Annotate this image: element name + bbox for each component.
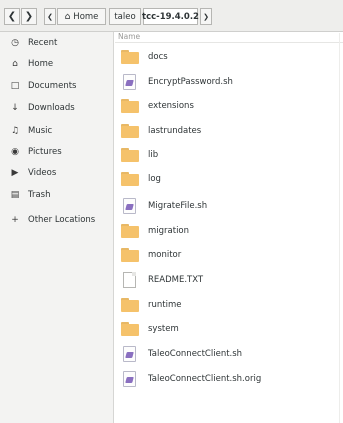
folder-icon (121, 297, 139, 313)
file-row-lastrundates[interactable]: lastrundates (115, 120, 343, 142)
sidebar-item-home[interactable]: ⌂ Home (0, 54, 113, 74)
plus-icon: + (11, 215, 19, 225)
file-name: TaleoConnectClient.sh.orig (148, 374, 262, 384)
sidebar-item-trash[interactable]: ▤ Trash (0, 185, 113, 205)
back-button[interactable]: ❮ (4, 8, 20, 25)
path-scroll-right-button[interactable]: ❯ (200, 8, 212, 25)
script-file-icon (121, 346, 139, 362)
file-row-migratefile[interactable]: MigrateFile.sh (115, 195, 343, 217)
header-bar: ❮ ❯ ❮ ⌂ Home taleo tcc-19.4.0.2 ❯ (0, 0, 343, 32)
breadcrumb-home[interactable]: ⌂ Home (57, 8, 106, 25)
file-name: lastrundates (148, 126, 202, 136)
camera-icon: ◉ (11, 147, 19, 157)
sidebar-item-documents[interactable]: □ Documents (0, 76, 113, 96)
sidebar-item-label: Trash (28, 190, 51, 200)
home-icon: ⌂ (64, 11, 71, 22)
file-row-lib[interactable]: lib (115, 144, 343, 166)
breadcrumb-current-label: tcc-19.4.0.2 (142, 11, 199, 22)
path-scroll-left-button[interactable]: ❮ (44, 8, 56, 25)
folder-icon (121, 171, 139, 187)
chevron-left-icon: ❮ (47, 12, 53, 21)
scrollbar-track[interactable] (339, 33, 340, 423)
sidebar-item-downloads[interactable]: ↓ Downloads (0, 98, 113, 118)
breadcrumb-taleo-label: taleo (114, 11, 136, 22)
column-header-name[interactable]: Name (118, 32, 140, 41)
trash-icon: ▤ (10, 190, 20, 200)
file-row-encryptpassword[interactable]: EncryptPassword.sh (115, 71, 343, 93)
sidebar: ◷ Recent ⌂ Home □ Documents ↓ Downloads … (0, 32, 114, 423)
chevron-right-icon: ❯ (24, 11, 34, 22)
file-name: runtime (148, 300, 182, 310)
column-header-divider (115, 42, 343, 43)
chevron-left-icon: ❮ (7, 11, 17, 22)
home-icon: ⌂ (12, 59, 18, 69)
clock-icon: ◷ (11, 38, 19, 48)
file-row-readme[interactable]: README.TXT (115, 269, 343, 291)
file-row-log[interactable]: log (115, 168, 343, 190)
sidebar-item-pictures[interactable]: ◉ Pictures (0, 142, 113, 162)
file-name: README.TXT (148, 275, 204, 285)
file-list: Name docs EncryptPassword.sh extensions … (115, 32, 343, 423)
folder-icon (121, 49, 139, 65)
folder-icon (121, 98, 139, 114)
download-icon: ↓ (11, 103, 19, 113)
file-row-taleoconnectclient-orig[interactable]: TaleoConnectClient.sh.orig (115, 368, 343, 390)
folder-icon (121, 147, 139, 163)
music-icon: ♫ (10, 126, 20, 136)
folder-icon (121, 321, 139, 337)
sidebar-item-label: Documents (28, 81, 77, 91)
sidebar-item-label: Downloads (28, 103, 75, 113)
file-name: TaleoConnectClient.sh (148, 349, 243, 359)
file-row-extensions[interactable]: extensions (115, 95, 343, 117)
file-name: lib (148, 150, 159, 160)
file-name: migration (148, 226, 190, 236)
file-row-system[interactable]: system (115, 318, 343, 340)
breadcrumb-taleo[interactable]: taleo (109, 8, 141, 25)
file-row-monitor[interactable]: monitor (115, 244, 343, 266)
folder-icon (121, 123, 139, 139)
forward-button[interactable]: ❯ (21, 8, 37, 25)
script-file-icon (121, 371, 139, 387)
file-row-taleoconnectclient[interactable]: TaleoConnectClient.sh (115, 343, 343, 365)
file-name: monitor (148, 250, 182, 260)
video-icon: ▶ (11, 168, 19, 178)
folder-icon (121, 247, 139, 263)
sidebar-item-music[interactable]: ♫ Music (0, 121, 113, 141)
script-file-icon (121, 198, 139, 214)
sidebar-item-videos[interactable]: ▶ Videos (0, 163, 113, 183)
breadcrumb-current[interactable]: tcc-19.4.0.2 (142, 8, 199, 25)
chevron-right-icon: ❯ (203, 12, 209, 21)
sidebar-item-label: Other Locations (28, 215, 96, 225)
text-file-icon (121, 272, 139, 288)
file-row-docs[interactable]: docs (115, 46, 343, 68)
file-row-migration[interactable]: migration (115, 220, 343, 242)
file-row-runtime[interactable]: runtime (115, 294, 343, 316)
sidebar-item-other-locations[interactable]: + Other Locations (0, 210, 113, 230)
document-icon: □ (10, 81, 20, 91)
file-name: docs (148, 52, 168, 62)
file-name: system (148, 324, 179, 334)
script-file-icon (121, 74, 139, 90)
sidebar-item-label: Videos (28, 168, 57, 178)
sidebar-item-label: Music (28, 126, 53, 136)
sidebar-item-recent[interactable]: ◷ Recent (0, 33, 113, 53)
sidebar-item-label: Recent (28, 38, 58, 48)
file-name: MigrateFile.sh (148, 201, 208, 211)
file-name: extensions (148, 101, 194, 111)
file-name: EncryptPassword.sh (148, 77, 233, 87)
sidebar-item-label: Home (28, 59, 54, 69)
sidebar-item-label: Pictures (28, 147, 62, 157)
folder-icon (121, 223, 139, 239)
file-name: log (148, 174, 161, 184)
breadcrumb-home-label: Home (73, 11, 99, 22)
